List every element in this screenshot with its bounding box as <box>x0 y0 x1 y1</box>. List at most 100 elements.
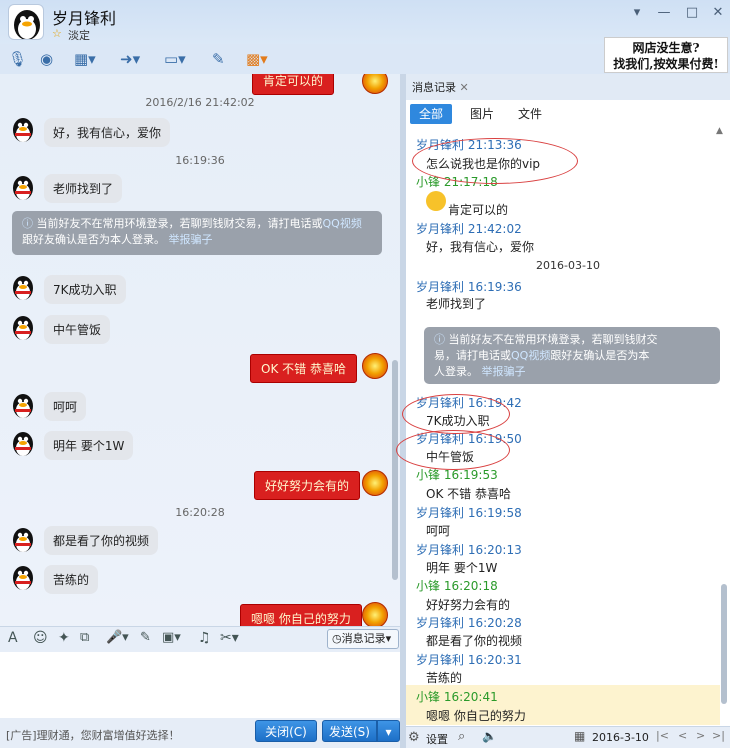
penguin-avatar-icon <box>8 312 38 342</box>
message-bubble: 呵呵 <box>44 392 87 421</box>
notice-text: 跟好友确认是否为本 <box>550 349 650 362</box>
first-page-icon[interactable]: |< <box>656 729 669 742</box>
filter-images[interactable]: 图片 <box>462 104 502 124</box>
history-sender: 岁月锋利 16:20:28 <box>416 616 522 630</box>
send-button[interactable]: 发送(S) <box>322 720 377 742</box>
history-message: 苦练的 <box>426 671 463 685</box>
prev-page-icon[interactable]: < <box>678 729 687 742</box>
history-sender: 岁月锋利 21:42:02 <box>416 222 522 236</box>
create-group-icon[interactable]: ✎ <box>212 46 225 72</box>
message-bubble-self: 嗯嗯 你自己的努力 <box>240 604 362 626</box>
notice-text: 人登录。 <box>434 365 478 378</box>
gif-icon[interactable]: ⧉ <box>80 630 89 645</box>
history-message: OK 不错 恭喜哈 <box>426 487 511 501</box>
self-avatar <box>362 353 388 379</box>
message-bubble: 明年 要个1W <box>44 431 134 460</box>
ad-text[interactable]: [广告]理财通，您财富增值好选择！ <box>6 727 180 743</box>
ad-line2: 找我们,按效果付费! <box>613 57 719 71</box>
close-icon[interactable]: ✕ <box>706 4 730 22</box>
input-toolbar: A ☺ ✦ ⧉ 🎤▾ ✎ ▣▾ ♫ ✂▾ ◷消息记录▾ <box>0 626 400 652</box>
history-sender: 小锋 16:20:18 <box>416 579 498 593</box>
search-icon[interactable]: ⌕ <box>458 729 465 744</box>
history-message: 嗯嗯 你自己的努力 <box>426 709 526 723</box>
contact-name: 岁月锋利 <box>52 9 117 28</box>
history-sender: 岁月锋利 16:19:58 <box>416 506 522 520</box>
tab-label: 消息记录 <box>412 81 456 94</box>
penguin-avatar-icon <box>8 428 38 458</box>
report-scam-link[interactable]: 举报骗子 <box>482 365 526 378</box>
message-bubble: 7K成功入职 <box>44 275 126 304</box>
date-separator: 2016-03-10 <box>536 259 600 272</box>
qq-video-link[interactable]: QQ视频 <box>323 217 362 230</box>
video-call-icon[interactable]: ◉ <box>40 46 53 72</box>
filter-files[interactable]: 文件 <box>510 104 550 124</box>
scroll-up-icon[interactable]: ▲ <box>716 126 723 136</box>
close-tab-icon[interactable]: ✕ <box>460 81 469 94</box>
ad-line1: 网店没生意? <box>632 41 700 55</box>
contact-avatar[interactable] <box>8 4 44 40</box>
notice-text: 易，请打电话或 <box>434 349 511 362</box>
minimize-icon[interactable]: — <box>652 4 676 22</box>
emoji-icon <box>426 191 446 211</box>
penguin-avatar-icon <box>8 524 38 554</box>
star-icon: ☆ <box>52 27 62 40</box>
voice-call-icon[interactable]: 🎙 <box>8 46 27 72</box>
edit-icon[interactable]: ✎ <box>140 630 151 645</box>
toolbar: 🎙 ◉ ▦▾ ➜▾ ▭▾ ✎ ▩▾ <box>0 44 400 74</box>
history-message: 明年 要个1W <box>426 561 498 575</box>
notice-text: 当前好友不在常用环境登录，若聊到钱财交易，请打电话或 <box>36 217 323 230</box>
self-avatar <box>362 602 388 626</box>
next-page-icon[interactable]: > <box>696 729 705 742</box>
apps-icon[interactable]: ▩▾ <box>246 46 268 72</box>
message-bubble: 老师找到了 <box>44 174 123 203</box>
history-message: 都是看了你的视频 <box>426 634 523 648</box>
font-icon[interactable]: A <box>8 630 18 646</box>
message-bubble: 好，我有信心，爱你 <box>44 118 171 147</box>
last-page-icon[interactable]: >| <box>712 729 725 742</box>
history-sender: 岁月锋利 16:20:13 <box>416 543 522 557</box>
penguin-avatar-icon <box>8 114 38 144</box>
history-scrollbar[interactable] <box>721 584 727 704</box>
music-icon[interactable]: ♫ <box>198 630 211 646</box>
image-icon[interactable]: ▣▾ <box>162 630 181 645</box>
qq-video-link[interactable]: QQ视频 <box>511 349 550 362</box>
shake-icon[interactable]: ✦ <box>58 630 70 646</box>
settings-label[interactable]: 设置 <box>426 731 448 747</box>
remote-assist-icon[interactable]: ▦▾ <box>74 46 96 72</box>
chat-scrollbar[interactable] <box>392 360 398 580</box>
history-sender: 岁月锋利 16:20:31 <box>416 653 522 667</box>
calendar-icon[interactable]: ▦ <box>574 729 585 743</box>
ad-banner[interactable]: 网店没生意? 找我们,按效果付费! <box>604 37 728 73</box>
message-history-button[interactable]: ◷消息记录▾ <box>327 629 399 649</box>
timestamp: 16:19:36 <box>175 154 225 167</box>
screen-share-icon[interactable]: ▭▾ <box>164 46 186 72</box>
gear-icon[interactable]: ⚙ <box>408 730 420 745</box>
dropdown-icon[interactable]: ▾ <box>625 4 649 22</box>
history-panel: 消息记录 ✕ 全部 图片 文件 ▲ 岁月锋利 21:13:36 怎么说我也是你的… <box>396 74 730 726</box>
speaker-icon[interactable]: 🔈 <box>482 729 497 743</box>
history-footer: ⚙ 设置 ⌕ 🔈 ▦ 2016-3-10 |< < > >| <box>406 726 730 748</box>
filter-all[interactable]: 全部 <box>410 104 452 124</box>
voice-message-icon[interactable]: 🎤▾ <box>106 630 129 645</box>
tab-message-history[interactable]: 消息记录 ✕ <box>412 78 469 98</box>
message-bubble: 中午管饭 <box>44 315 111 344</box>
message-bubble-self: 肯定可以的 <box>252 74 335 95</box>
screenshot-icon[interactable]: ✂▾ <box>220 630 239 646</box>
timestamp: 16:20:28 <box>175 506 225 519</box>
message-bubble: 苦练的 <box>44 565 99 594</box>
penguin-avatar-icon <box>8 272 38 302</box>
report-scam-link[interactable]: 举报骗子 <box>169 233 213 246</box>
send-options-icon[interactable]: ▾ <box>377 720 400 742</box>
history-date[interactable]: 2016-3-10 <box>592 731 649 744</box>
history-sender: 小锋 16:20:41 <box>416 690 498 704</box>
security-notice: ⓘ 当前好友不在常用环境登录，若聊到钱财交易，请打电话或QQ视频 跟好友确认是否… <box>12 211 382 255</box>
history-message: 好好努力会有的 <box>426 598 511 612</box>
message-input[interactable] <box>0 652 400 718</box>
clock-icon: ◷ <box>332 632 342 645</box>
close-button[interactable]: 关闭(C) <box>255 720 317 742</box>
emoji-icon[interactable]: ☺ <box>33 630 48 646</box>
message-bubble-self: 好好努力会有的 <box>254 471 361 500</box>
message-bubble-self: OK 不错 恭喜哈 <box>250 354 357 383</box>
maximize-icon[interactable]: □ <box>680 4 704 22</box>
file-transfer-icon[interactable]: ➜▾ <box>120 46 140 72</box>
